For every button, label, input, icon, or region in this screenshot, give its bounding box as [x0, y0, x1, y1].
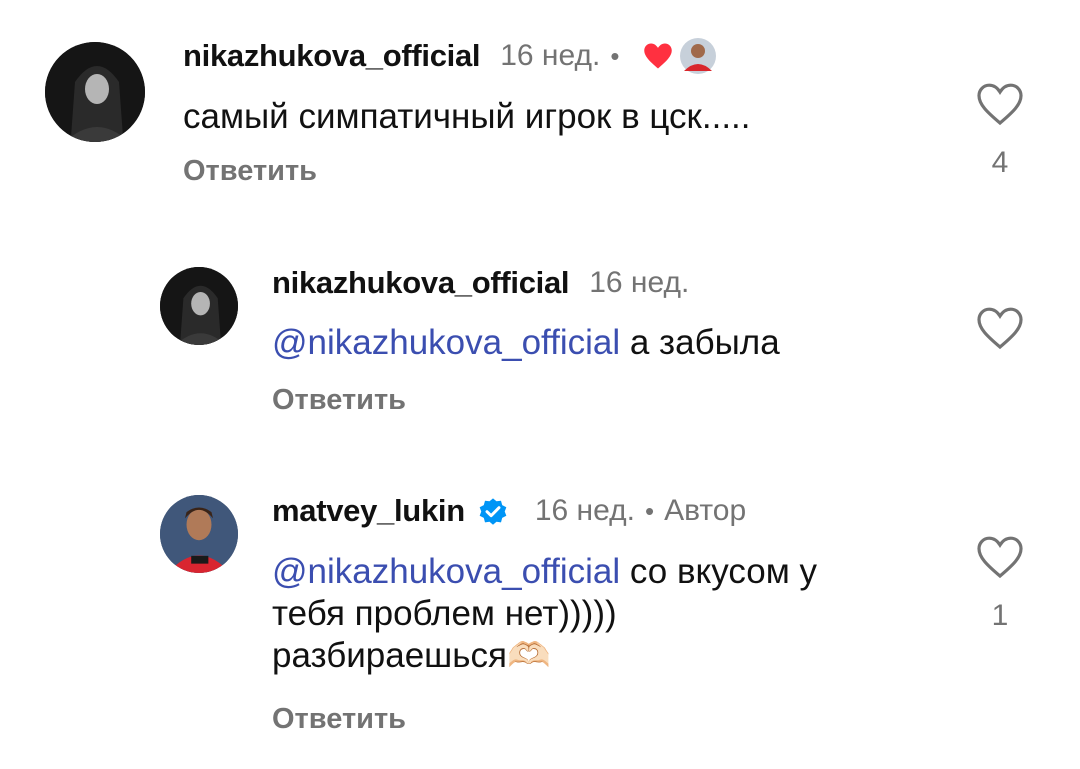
verified-badge-icon [479, 498, 507, 525]
comment-text: @nikazhukova_official а забыла [272, 322, 780, 364]
heart-filled-icon [644, 43, 673, 69]
reply-button[interactable]: Ответить [272, 384, 406, 417]
reply-button[interactable]: Ответить [272, 703, 406, 736]
comment-body: а забыла [620, 323, 780, 362]
timestamp: 16 нед. [500, 39, 601, 72]
like-button[interactable]: 1 [975, 535, 1025, 633]
author-liked-badge [643, 37, 717, 75]
comment-header: nikazhukova_official 16 нед. • [183, 37, 717, 75]
heart-outline-icon[interactable] [976, 306, 1024, 350]
heart-outline-icon[interactable] [976, 535, 1024, 579]
avatar[interactable] [160, 267, 238, 345]
comment-line-3: разбираешься🫶🏻 [272, 636, 551, 675]
comment-text: @nikazhukova_official со вкусом у тебя п… [272, 551, 817, 677]
username[interactable]: nikazhukova_official [183, 38, 481, 74]
timestamp: 16 нед. [589, 266, 690, 299]
like-button[interactable]: 4 [975, 82, 1025, 180]
avatar[interactable] [45, 42, 145, 142]
comment-header: matvey_lukin 16 нед. • Автор [272, 493, 746, 529]
comment-line-2: тебя проблем нет))))) [272, 594, 617, 633]
like-count: 1 [991, 599, 1009, 632]
author-label: Автор [664, 494, 747, 527]
mention-link[interactable]: @nikazhukova_official [272, 323, 620, 362]
timestamp: 16 нед. [534, 494, 635, 527]
separator: • [610, 40, 620, 71]
comment-header: nikazhukova_official 16 нед. [272, 265, 689, 301]
reply-button[interactable]: Ответить [183, 155, 317, 188]
avatar[interactable] [160, 495, 238, 573]
mention-link[interactable]: @nikazhukova_official [272, 552, 620, 591]
comment-text: самый симпатичный игрок в цск..... [183, 97, 751, 136]
avatar-image [160, 495, 238, 573]
separator: • [644, 495, 655, 526]
like-button[interactable] [975, 306, 1025, 350]
heart-outline-icon[interactable] [976, 82, 1024, 126]
username[interactable]: matvey_lukin [272, 493, 465, 529]
comment-body: со вкусом у [620, 552, 817, 591]
avatar-image [160, 267, 238, 345]
comment-line-1: @nikazhukova_official со вкусом у [272, 551, 817, 593]
username[interactable]: nikazhukova_official [272, 265, 570, 301]
author-avatar-icon [680, 38, 717, 74]
like-count: 4 [991, 146, 1009, 179]
avatar-image [45, 42, 145, 142]
